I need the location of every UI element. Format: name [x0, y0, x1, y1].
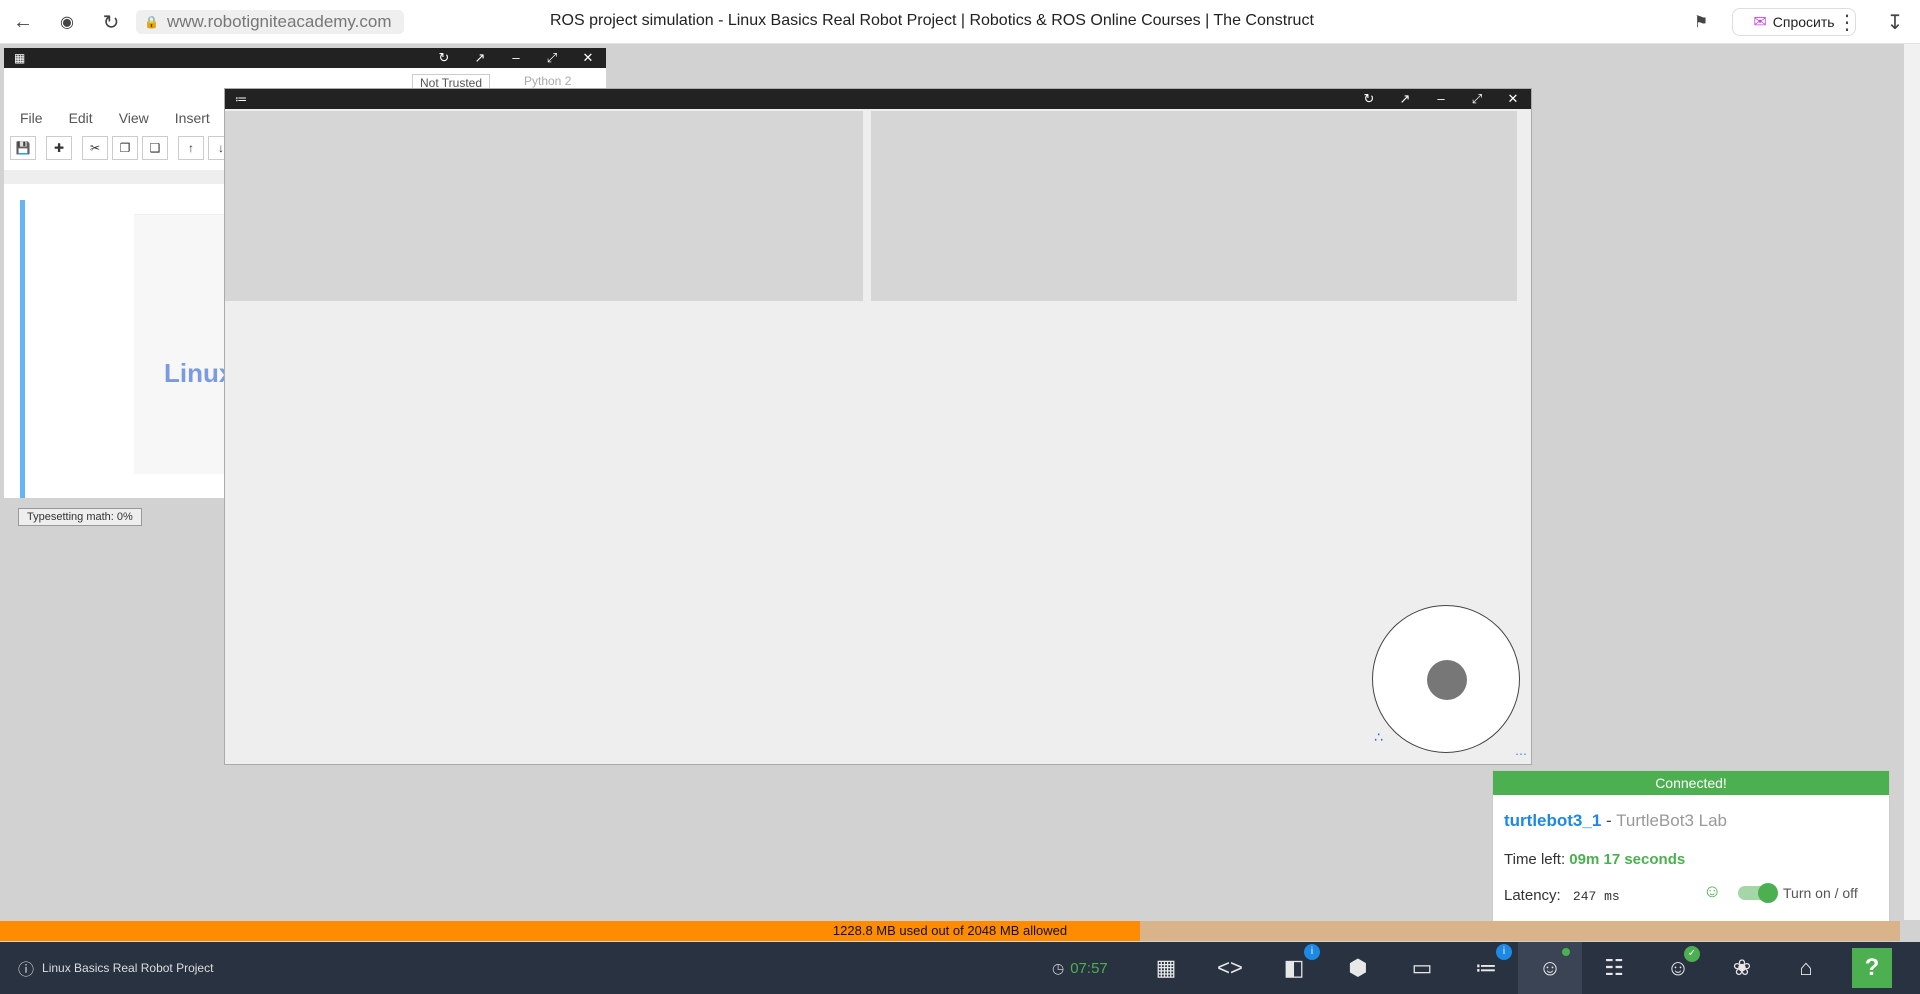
close-icon[interactable]: ✕	[570, 48, 606, 68]
ask-label: Спросить	[1772, 14, 1835, 30]
simulation-window: ≔ ↻ ↗ – ⤢ ✕ ∴ ⋯	[224, 88, 1532, 765]
url-text: www.robotigniteacademy.com	[166, 12, 392, 31]
cut-icon[interactable]: ✂	[82, 136, 108, 160]
robot-id[interactable]: turtlebot3_1	[1504, 811, 1601, 830]
clock-icon: ◷	[1052, 959, 1065, 976]
popout-icon[interactable]: ↗	[1387, 89, 1423, 109]
latency-label: Latency:	[1504, 887, 1561, 904]
joystick[interactable]	[1372, 605, 1520, 753]
notebook-heading: Linux	[164, 358, 234, 388]
close-icon[interactable]: ✕	[1495, 89, 1531, 109]
maximize-icon[interactable]: ⤢	[1459, 89, 1495, 109]
home-icon[interactable]: ⌂	[1774, 942, 1838, 994]
camera-pane-right	[871, 111, 1517, 301]
paste-icon[interactable]: ❑	[142, 136, 168, 160]
menu-insert[interactable]: Insert	[175, 110, 210, 126]
menu-dots-icon[interactable]: ⋮	[1832, 7, 1862, 37]
ros-badge: i	[1496, 944, 1512, 960]
notebook-icon[interactable]: ◧ i	[1262, 942, 1326, 994]
clock-value: 07:57	[1070, 959, 1108, 977]
latency-row: Latency: 247 ms	[1504, 887, 1620, 904]
real-robot-icon[interactable]: ☺	[1518, 942, 1582, 994]
toggle-label: Turn on / off	[1783, 885, 1858, 901]
resize-handle-icon[interactable]: ⋯	[1515, 747, 1527, 761]
robot-icon: ☺	[1703, 881, 1722, 901]
time-left-value: 09m 17 seconds	[1569, 851, 1686, 868]
yandex-icon[interactable]: ◉	[52, 7, 82, 37]
notebook-badge: i	[1304, 944, 1320, 960]
info-icon: ⓘ	[18, 962, 35, 979]
reload-window-icon[interactable]: ↻	[426, 48, 462, 68]
menu-file[interactable]: File	[20, 110, 43, 126]
lab-name: TurtleBot3 Lab	[1616, 811, 1727, 830]
page-title: ROS project simulation - Linux Basics Re…	[550, 12, 1314, 29]
memory-usage-text: 1228.8 MB used out of 2048 MB allowed	[832, 923, 1068, 938]
minimize-icon[interactable]: –	[1423, 89, 1459, 109]
add-cell-icon[interactable]: ✚	[46, 136, 72, 160]
notebook-toolbar: 💾 ✚ ✂ ❐ ❑ ↑ ↓	[4, 134, 234, 162]
ai-assistant-icon[interactable]: ❀	[1710, 942, 1774, 994]
download-icon[interactable]: ↧	[1880, 7, 1910, 37]
session-clock: ◷ 07:57	[1052, 942, 1108, 994]
joystick-knob[interactable]	[1427, 660, 1467, 700]
bookmark-icon[interactable]: ⚑	[1686, 7, 1716, 37]
popout-icon[interactable]: ↗	[462, 48, 498, 68]
loading-dots-icon: ∴	[1374, 729, 1383, 745]
time-left-label: Time left:	[1504, 851, 1566, 868]
toggle-knob	[1758, 883, 1778, 903]
robot-info: turtlebot3_1 - TurtleBot3 Lab	[1504, 811, 1727, 831]
gazebo-icon[interactable]: ⬢	[1326, 942, 1390, 994]
move-up-icon[interactable]: ↑	[178, 136, 204, 160]
back-icon[interactable]: ←	[8, 7, 38, 37]
project-title: Linux Basics Real Robot Project	[42, 961, 214, 975]
lock-icon: 🔒	[144, 15, 159, 29]
menu-edit[interactable]: Edit	[69, 110, 93, 126]
robot-status-icon[interactable]: ☺ ✓	[1646, 942, 1710, 994]
shell-icon[interactable]: ▦	[1134, 942, 1198, 994]
chat-icon: ✉	[1753, 14, 1767, 31]
ros-signal-icon[interactable]: ≔ i	[1454, 942, 1518, 994]
simulation-window-titlebar: ≔ ↻ ↗ – ⤢ ✕	[225, 89, 1531, 109]
project-info[interactable]: ⓘ Linux Basics Real Robot Project	[18, 942, 213, 994]
address-bar[interactable]: 🔒 www.robotigniteacademy.com	[136, 10, 404, 34]
signal-icon: ≔	[235, 92, 247, 106]
copy-icon[interactable]: ❐	[112, 136, 138, 160]
page-scrollbar[interactable]	[1904, 44, 1920, 920]
power-toggle[interactable]	[1738, 883, 1778, 903]
minimize-icon[interactable]: –	[498, 48, 534, 68]
time-left-row: Time left: 09m 17 seconds	[1504, 851, 1685, 868]
code-editor-icon[interactable]: <>	[1198, 942, 1262, 994]
reload-window-icon[interactable]: ↻	[1351, 89, 1387, 109]
connection-panel: Connected! turtlebot3_1 - TurtleBot3 Lab…	[1492, 770, 1890, 942]
browser-toolbar: ← ◉ ↻ 🔒 www.robotigniteacademy.com ROS p…	[0, 0, 1920, 44]
connection-status: Connected!	[1493, 771, 1889, 795]
help-button[interactable]: ?	[1852, 948, 1892, 988]
desktop-icon[interactable]: ▭	[1390, 942, 1454, 994]
save-icon[interactable]: 💾	[10, 136, 36, 160]
notebook-icon: ▦	[14, 51, 26, 65]
robot-online-dot	[1562, 948, 1570, 956]
kernel-indicator: Python 2	[524, 74, 572, 88]
camera-pane-left	[225, 111, 863, 301]
bottom-dock: ⓘ Linux Basics Real Robot Project ◷ 07:5…	[0, 942, 1920, 994]
robot-check-badge: ✓	[1684, 946, 1700, 962]
book-icon[interactable]: ☷	[1582, 942, 1646, 994]
latency-value: 247 ms	[1572, 889, 1620, 904]
reload-icon[interactable]: ↻	[96, 7, 126, 37]
notebook-window-titlebar: ▦ ↻ ↗ – ⤢ ✕	[4, 48, 606, 68]
memory-usage-bar: 1228.8 MB used out of 2048 MB allowed	[0, 921, 1900, 941]
maximize-icon[interactable]: ⤢	[534, 48, 570, 68]
mathjax-status: Typesetting math: 0%	[18, 508, 142, 526]
robot-separator: -	[1601, 811, 1617, 830]
menu-view[interactable]: View	[119, 110, 149, 126]
